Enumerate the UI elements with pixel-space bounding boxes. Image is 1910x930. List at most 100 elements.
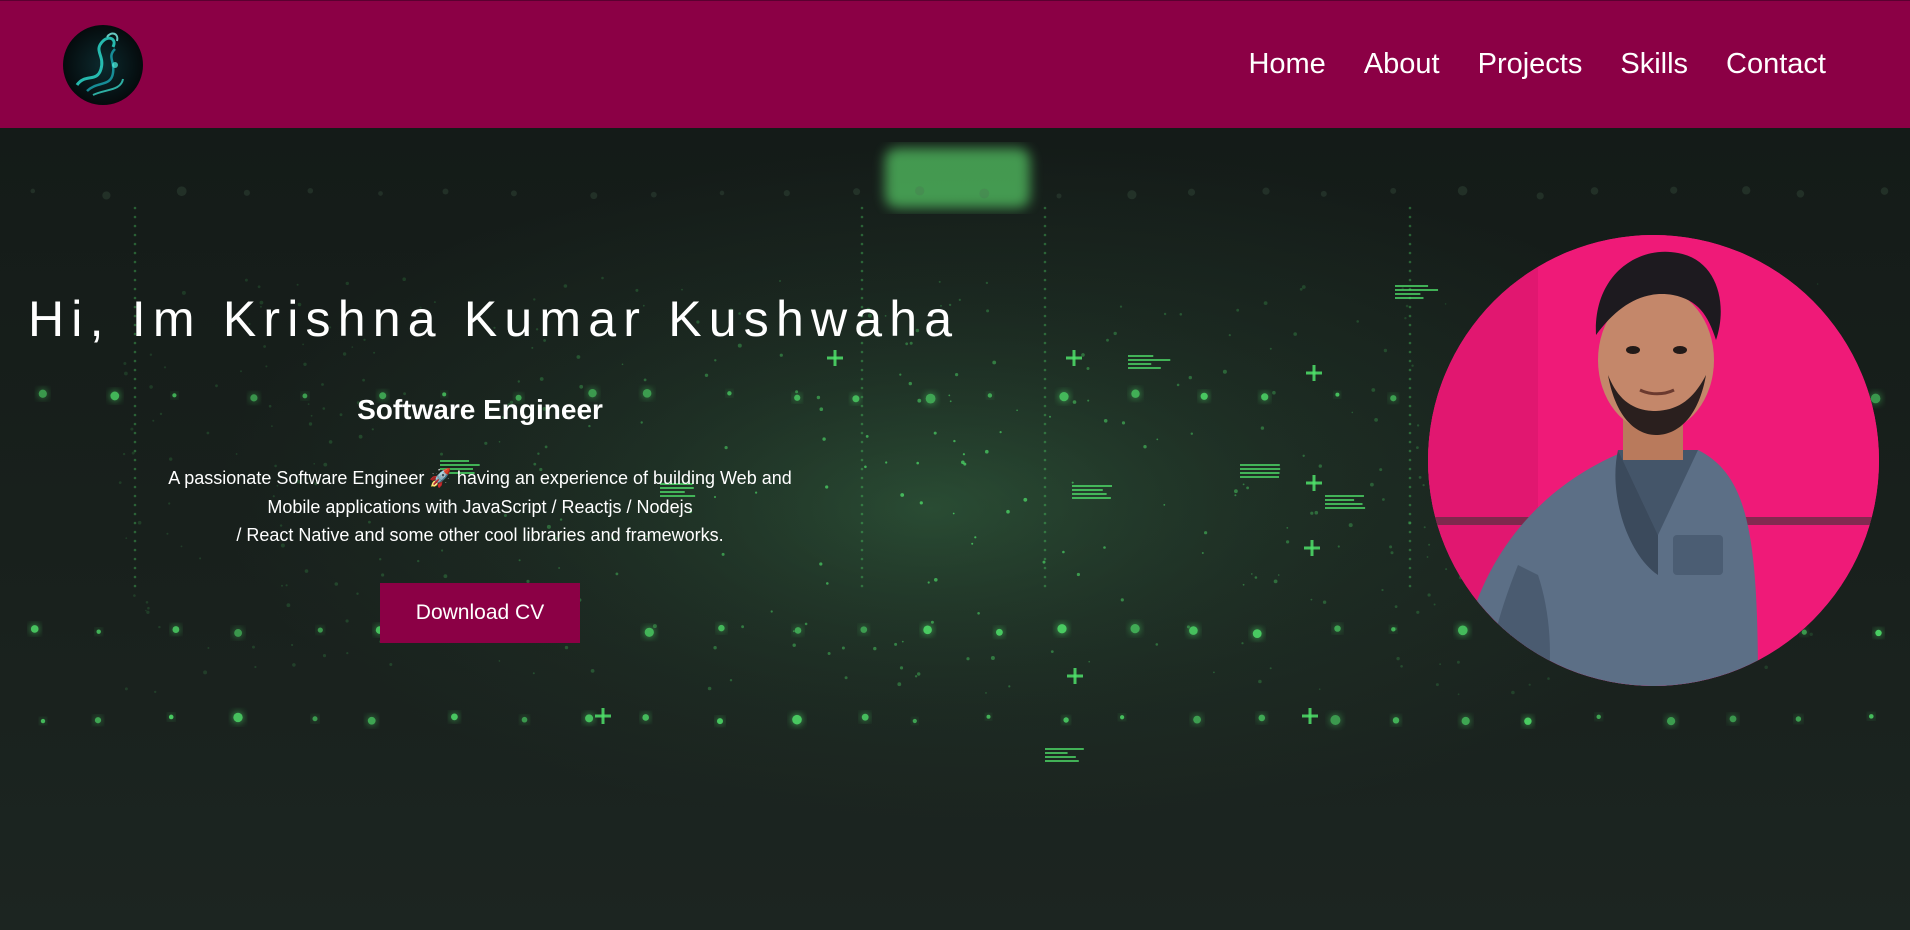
background-particle: [860, 242, 864, 246]
background-particle: [1072, 489, 1103, 491]
background-particle: [899, 373, 902, 376]
background-particle: [1408, 368, 1412, 372]
background-particle: [933, 431, 937, 435]
background-particle: [860, 215, 864, 219]
background-particle: [291, 643, 294, 647]
background-particle: [133, 224, 137, 228]
nav-about-link[interactable]: About: [1364, 47, 1440, 81]
background-particle: [133, 206, 137, 210]
background-particle: [860, 440, 864, 444]
background-particle: [345, 281, 349, 286]
background-particle: [30, 188, 36, 194]
background-particle: [927, 581, 930, 584]
background-particle: [1240, 476, 1279, 478]
background-particle: [1408, 251, 1412, 255]
background-particle: [1383, 348, 1388, 353]
background-particle: [172, 626, 180, 633]
background-particle: [819, 562, 823, 566]
background-particle: [234, 629, 243, 637]
background-particle: [1408, 341, 1412, 345]
background-particle: [729, 679, 733, 682]
background-particle: [860, 449, 864, 453]
background-particle: [1310, 598, 1313, 601]
background-particle: [908, 381, 912, 386]
background-particle: [96, 629, 101, 634]
background-particle: [1511, 690, 1515, 695]
background-particle: [1408, 413, 1412, 417]
background-particle: [860, 575, 864, 579]
background-particle: [1816, 283, 1819, 285]
background-particle: [379, 558, 382, 561]
background-particle: [292, 663, 296, 667]
background-particle: [1408, 278, 1412, 282]
background-particle: [1408, 566, 1412, 570]
logo-icon[interactable]: [63, 25, 143, 105]
background-particle: [1547, 677, 1550, 680]
background-particle: [389, 663, 393, 666]
background-particle: [1389, 545, 1393, 549]
background-particle: [154, 690, 157, 694]
background-particle: [860, 458, 864, 462]
background-particle: [873, 646, 877, 651]
background-particle: [1408, 476, 1412, 480]
background-particle: [1262, 187, 1270, 195]
background-particle: [1193, 715, 1201, 724]
background-particle: [149, 353, 153, 356]
background-particle: [860, 260, 864, 264]
background-particle: [1043, 521, 1047, 525]
background-particle: [1073, 668, 1077, 684]
hero-title: Hi, Im Krishna Kumar Kushwaha: [28, 291, 960, 347]
background-particle: [576, 355, 581, 359]
background-particle: [1045, 760, 1079, 762]
background-particle: [94, 717, 102, 724]
background-particle: [827, 652, 831, 655]
background-particle: [1330, 715, 1341, 726]
background-particle: [1408, 323, 1412, 327]
background-particle: [1057, 624, 1067, 634]
nav-contact-link[interactable]: Contact: [1726, 47, 1826, 81]
background-particle: [1796, 189, 1805, 198]
background-particle: [885, 461, 888, 464]
background-particle: [1043, 548, 1047, 552]
background-particle: [1043, 215, 1047, 219]
background-particle: [307, 187, 314, 194]
background-particle: [1395, 297, 1424, 299]
background-particle: [1335, 392, 1340, 397]
background-particle: [1043, 251, 1047, 255]
background-particle: [1187, 188, 1196, 196]
nav-projects-link[interactable]: Projects: [1478, 47, 1583, 81]
nav-home-link[interactable]: Home: [1248, 47, 1325, 81]
background-particle: [539, 377, 544, 381]
background-particle: [962, 453, 966, 456]
download-cv-button[interactable]: Download CV: [380, 583, 580, 643]
background-particle: [1043, 206, 1047, 210]
background-particle: [1670, 186, 1678, 194]
background-particle: [1801, 629, 1807, 635]
background-particle: [321, 383, 324, 386]
background-particle: [977, 612, 980, 615]
background-particle: [1408, 548, 1412, 552]
background-particle: [792, 714, 802, 725]
background-particle: [1433, 603, 1436, 606]
background-particle: [1261, 393, 1269, 401]
background-particle: [1273, 579, 1278, 584]
background-particle: [1318, 688, 1321, 690]
background-particle: [102, 191, 111, 200]
background-particle: [901, 640, 904, 643]
background-particle: [1043, 233, 1047, 237]
background-particle: [1043, 539, 1047, 543]
background-particle: [1045, 748, 1084, 750]
background-particle: [1269, 347, 1272, 350]
background-particle: [1422, 484, 1425, 487]
background-particle: [1390, 395, 1397, 402]
background-particle: [1008, 685, 1011, 688]
background-particle: [1408, 512, 1412, 516]
background-particle: [1351, 411, 1354, 414]
background-particle: [328, 440, 333, 444]
background-particle: [1408, 584, 1412, 588]
background-particle: [345, 619, 349, 623]
nav-skills-link[interactable]: Skills: [1620, 47, 1688, 81]
background-particle: [713, 646, 717, 650]
background-particle: [133, 575, 137, 579]
background-particle: [537, 452, 540, 455]
